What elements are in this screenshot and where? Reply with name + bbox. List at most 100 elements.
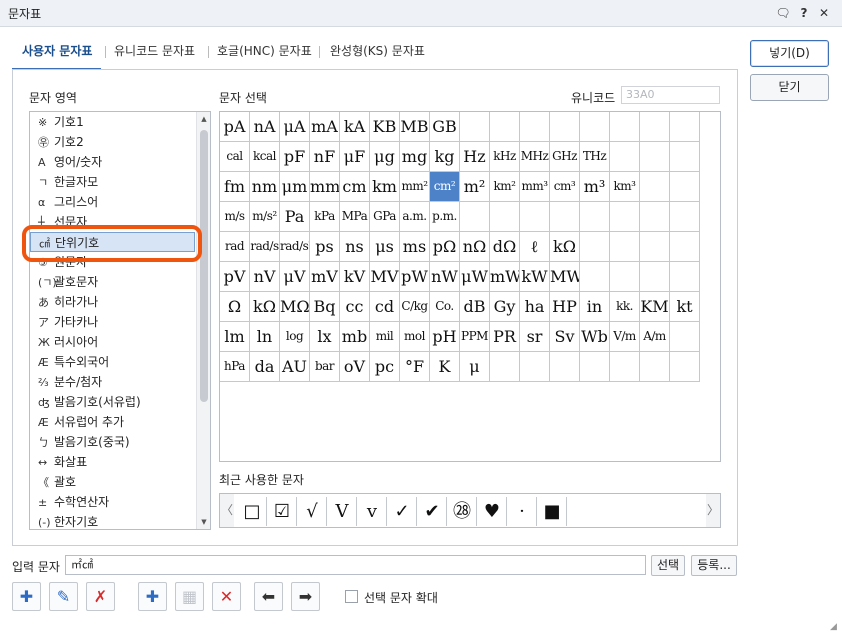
unicode-field[interactable]: 33A0 <box>621 86 720 104</box>
area-item[interactable]: A 영어/숫자 <box>30 152 195 172</box>
char-cell[interactable]: da <box>250 352 280 382</box>
zoom-checkbox[interactable] <box>345 590 358 603</box>
char-cell[interactable]: A∕m <box>640 322 670 352</box>
char-cell[interactable]: pc <box>370 352 400 382</box>
area-item[interactable]: ㄅ 발음기호(중국) <box>30 432 195 452</box>
add-icon[interactable]: ✚ <box>138 582 167 611</box>
area-item[interactable]: α 그리스어 <box>30 192 195 212</box>
area-item[interactable]: ± 수학연산자 <box>30 492 195 512</box>
area-item[interactable]: (-) 한자기호 <box>30 512 195 529</box>
recent-char[interactable]: ■ <box>538 497 567 526</box>
char-cell[interactable]: kPa <box>310 202 340 232</box>
char-cell[interactable]: rad <box>220 232 250 262</box>
area-item[interactable]: Æ 특수외국어 <box>30 352 195 372</box>
area-list-scrollbar[interactable]: ▲ ▼ <box>196 112 210 529</box>
char-cell[interactable]: pH <box>430 322 460 352</box>
char-cell[interactable]: sr <box>520 322 550 352</box>
edit-char-icon[interactable]: ✎ <box>49 582 78 611</box>
char-cell[interactable]: cm³ <box>550 172 580 202</box>
char-cell[interactable]: pΩ <box>430 232 460 262</box>
char-cell[interactable]: ps <box>310 232 340 262</box>
char-cell[interactable]: Pa <box>280 202 310 232</box>
char-cell[interactable]: μA <box>280 112 310 142</box>
area-item[interactable]: ㄱ 한글자모 <box>30 172 195 192</box>
char-cell[interactable]: mm² <box>400 172 430 202</box>
char-cell[interactable]: cm² <box>430 172 460 202</box>
char-cell[interactable]: a.m. <box>400 202 430 232</box>
char-cell[interactable]: dΩ <box>490 232 520 262</box>
char-cell[interactable]: μ <box>460 352 490 382</box>
char-cell[interactable]: K <box>430 352 460 382</box>
char-cell[interactable]: ha <box>520 292 550 322</box>
scroll-up-icon[interactable]: ▲ <box>197 112 210 126</box>
char-cell[interactable]: kW <box>520 262 550 292</box>
add-char-icon[interactable]: ✚ <box>12 582 41 611</box>
char-cell[interactable]: log <box>280 322 310 352</box>
char-cell[interactable]: mm³ <box>520 172 550 202</box>
char-cell[interactable]: bar <box>310 352 340 382</box>
char-cell[interactable]: AU <box>280 352 310 382</box>
char-cell[interactable]: C∕kg <box>400 292 430 322</box>
resize-grip-icon[interactable]: ◢ <box>830 622 840 632</box>
tab-hnc-chars[interactable]: 호글(HNC) 문자표 <box>217 42 312 59</box>
char-cell[interactable]: Co. <box>430 292 460 322</box>
char-cell[interactable]: MW <box>550 262 580 292</box>
char-cell[interactable]: μV <box>280 262 310 292</box>
char-cell[interactable]: μs <box>370 232 400 262</box>
area-item[interactable]: ア 가타카나 <box>30 312 195 332</box>
char-cell[interactable]: fm <box>220 172 250 202</box>
area-item[interactable]: 《 괄호 <box>30 472 195 492</box>
area-item[interactable]: ↔ 화살표 <box>30 452 195 472</box>
char-cell[interactable]: V∕m <box>610 322 640 352</box>
char-cell[interactable]: rad∕s² <box>280 232 310 262</box>
char-cell[interactable]: μW <box>460 262 490 292</box>
recent-char[interactable]: · <box>508 497 537 526</box>
recent-char[interactable]: ㉘ <box>448 497 477 526</box>
char-cell[interactable]: MB <box>400 112 430 142</box>
area-item[interactable]: あ 히라가나 <box>30 292 195 312</box>
char-cell[interactable]: ℓ <box>520 232 550 262</box>
char-cell[interactable]: MV <box>370 262 400 292</box>
char-cell[interactable]: MΩ <box>280 292 310 322</box>
char-cell[interactable]: kA <box>340 112 370 142</box>
char-cell[interactable]: GHz <box>550 142 580 172</box>
input-chars-field[interactable]: ㎡㎠ <box>65 555 646 575</box>
area-item[interactable]: ※ 기호1 <box>30 112 195 132</box>
char-cell[interactable]: kcal <box>250 142 280 172</box>
char-cell[interactable]: mb <box>340 322 370 352</box>
char-cell[interactable]: mA <box>310 112 340 142</box>
char-cell[interactable]: MPa <box>340 202 370 232</box>
close-button[interactable]: 닫기 <box>750 74 829 101</box>
char-cell[interactable]: ms <box>400 232 430 262</box>
char-cell[interactable]: KB <box>370 112 400 142</box>
char-cell[interactable]: lx <box>310 322 340 352</box>
char-cell[interactable]: cd <box>370 292 400 322</box>
char-cell[interactable]: m∕s <box>220 202 250 232</box>
char-cell[interactable]: cc <box>340 292 370 322</box>
area-item[interactable]: ⅔ 분수/첨자 <box>30 372 195 392</box>
tab-ks-chars[interactable]: 완성형(KS) 문자표 <box>330 42 425 59</box>
area-item[interactable]: ㉾ 기호2 <box>30 132 195 152</box>
char-cell[interactable]: PR <box>490 322 520 352</box>
char-cell[interactable]: mil <box>370 322 400 352</box>
char-cell[interactable]: m³ <box>580 172 610 202</box>
help-button[interactable]: ? <box>794 3 814 23</box>
area-item[interactable]: (ㄱ)괄호문자 <box>30 272 195 292</box>
char-cell[interactable]: m∕s² <box>250 202 280 232</box>
delete-char-icon[interactable]: ✗ <box>86 582 115 611</box>
char-cell[interactable]: nm <box>250 172 280 202</box>
area-item[interactable]: Ж 러시아어 <box>30 332 195 352</box>
recent-char[interactable]: ✓ <box>388 497 417 526</box>
char-cell[interactable]: nV <box>250 262 280 292</box>
char-cell[interactable]: GPa <box>370 202 400 232</box>
recent-char[interactable]: ☑ <box>268 497 297 526</box>
area-list[interactable]: (-) 한자기호 ± 수학연산자 《 괄호 ↔ 화살표 ㄅ 발음기호(중국) Æ 서유럽어 추가 ʤ 발음… <box>29 111 211 530</box>
char-cell[interactable]: Hz <box>460 142 490 172</box>
char-cell[interactable]: HP <box>550 292 580 322</box>
restore-icon[interactable]: 🗨 <box>773 3 793 23</box>
char-cell[interactable]: rad∕s <box>250 232 280 262</box>
char-cell[interactable]: °F <box>400 352 430 382</box>
close-icon[interactable]: ✕ <box>814 3 834 23</box>
char-cell[interactable]: kΩ <box>250 292 280 322</box>
char-cell[interactable]: ns <box>340 232 370 262</box>
